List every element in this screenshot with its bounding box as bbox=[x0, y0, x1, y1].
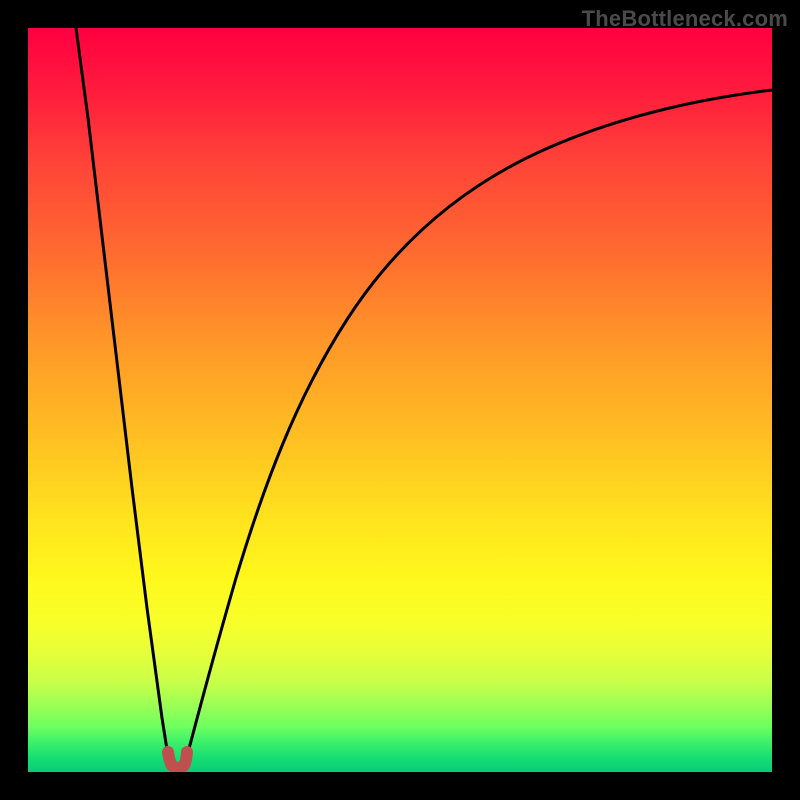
curve-layer bbox=[28, 28, 772, 772]
watermark-text: TheBottleneck.com bbox=[582, 6, 788, 32]
plot-area bbox=[28, 28, 772, 772]
curve-right-branch bbox=[187, 90, 772, 756]
chart-frame: TheBottleneck.com bbox=[0, 0, 800, 800]
curve-notch bbox=[168, 752, 187, 768]
curve-left-branch bbox=[76, 28, 168, 756]
